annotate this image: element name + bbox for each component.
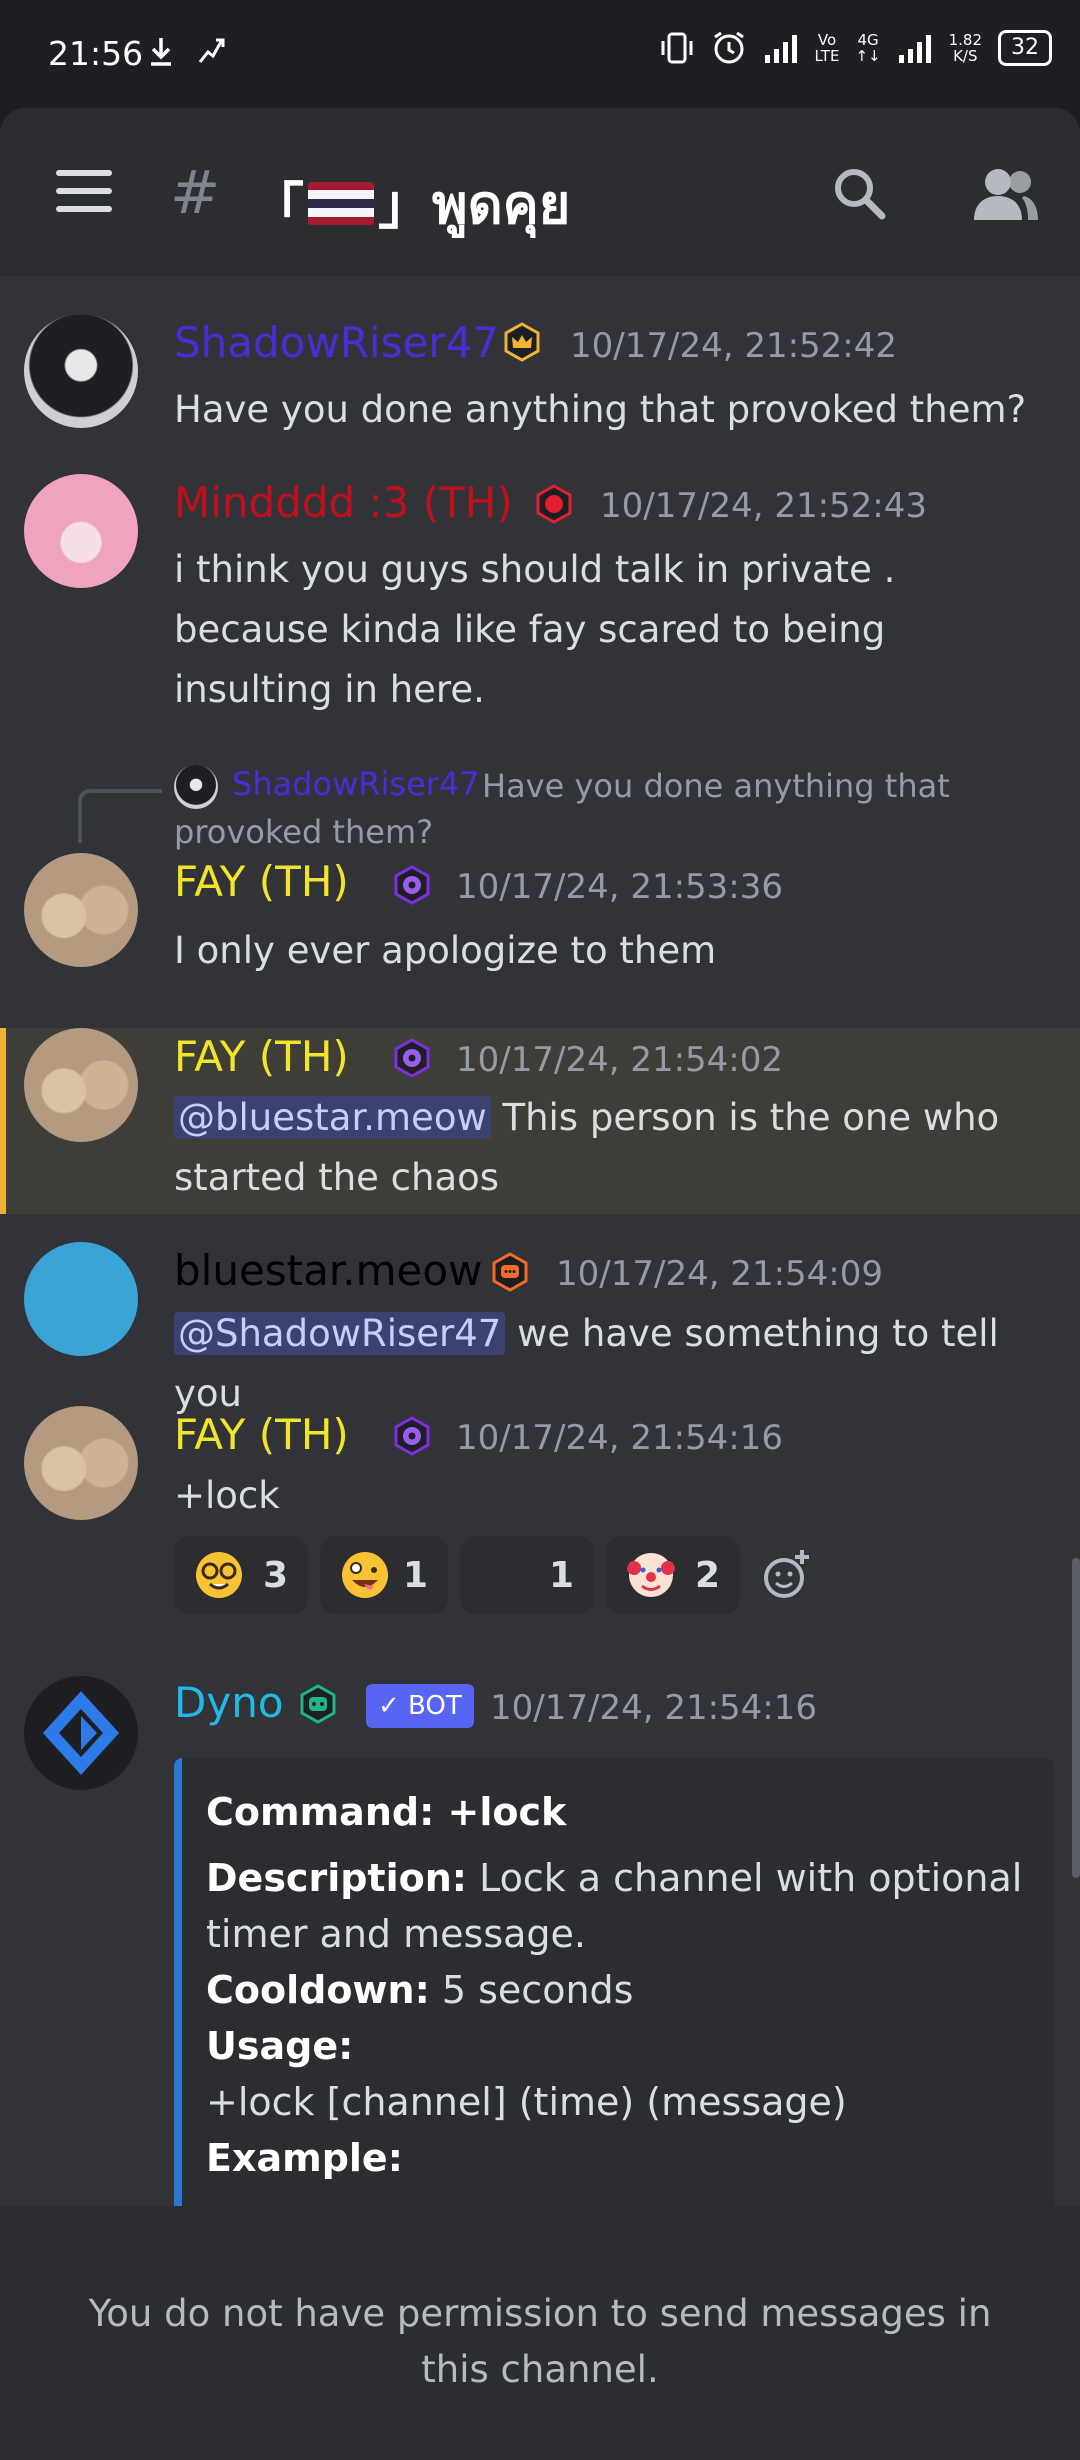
scrollbar[interactable] <box>1072 1558 1080 1878</box>
avatar[interactable] <box>24 1676 138 1790</box>
signal-icon-2 <box>898 35 931 63</box>
download-icon <box>151 38 171 66</box>
user-mention[interactable]: @bluestar.meow <box>174 1096 491 1139</box>
reaction-count: 1 <box>548 1554 574 1596</box>
alarm-icon <box>713 31 744 64</box>
channel-header: # 「 」พูดคุย <box>0 108 1080 276</box>
reply-connector <box>78 789 162 843</box>
chat-app: # 「 」พูดคุย ShadowRiser47 10/17/24, 21:5… <box>0 108 1080 2460</box>
embed-example-label: Example: <box>206 2136 403 2180</box>
message-item[interactable]: FAY (TH) 10/17/24, 21:54:02 @bluestar.me… <box>0 1028 1080 1214</box>
embed-description: Description: Lock a channel with optiona… <box>206 1856 1023 1956</box>
status-bar: 21:56 Vo LTE 4G ↑↓ 1.82 K/S 32 <box>0 0 1080 108</box>
status-time: 21:56 <box>48 34 144 73</box>
dyno-logo-icon <box>42 1691 120 1775</box>
author-name[interactable]: FAY (TH) <box>174 857 349 906</box>
gear-badge-icon <box>394 1416 430 1456</box>
message-item[interactable]: bluestar.meow 10/17/24, 21:54:09 @Shadow… <box>0 1236 1080 1415</box>
gear-badge-icon <box>394 1038 430 1078</box>
message-item[interactable]: ShadowRiser47 10/17/24, 21:52:42 Have yo… <box>0 276 1080 446</box>
author-name[interactable]: Mindddd :3 (TH) <box>174 478 513 527</box>
channel-hash-icon: # <box>170 158 221 228</box>
embed-command: Command: +lock <box>206 1790 567 1834</box>
message-timestamp: 10/17/24, 21:54:16 <box>456 1418 784 1458</box>
reaction-blank[interactable]: 1 <box>460 1536 594 1614</box>
message-timestamp: 10/17/24, 21:54:09 <box>556 1254 884 1294</box>
author-name[interactable]: FAY (TH) <box>174 1032 349 1081</box>
zany-face-icon <box>342 1552 388 1598</box>
reply-avatar <box>174 765 218 809</box>
user-mention[interactable]: @ShadowRiser47 <box>174 1312 506 1355</box>
avatar[interactable] <box>24 1406 138 1520</box>
lte-label: 4G ↑↓ <box>855 31 881 65</box>
avatar[interactable] <box>24 1242 138 1356</box>
search-icon[interactable] <box>832 166 888 222</box>
volte-label: Vo LTE <box>814 31 840 65</box>
message-item[interactable]: Mindddd :3 (TH) 10/17/24, 21:52:43 i thi… <box>0 446 1080 736</box>
message-timestamp: 10/17/24, 21:53:36 <box>456 867 784 907</box>
message-item[interactable]: Dyno ✓ BOT 10/17/24, 21:54:16 Command: +… <box>0 1656 1080 2228</box>
message-text: I only ever apologize to them <box>174 929 717 972</box>
add-reaction-icon[interactable] <box>752 1536 822 1614</box>
message-timestamp: 10/17/24, 21:52:43 <box>600 486 928 526</box>
nerd-face-icon <box>196 1552 242 1598</box>
avatar[interactable] <box>24 853 138 967</box>
crown-badge-icon <box>504 322 540 362</box>
message-text: Have you done anything that provoked the… <box>174 388 1027 431</box>
bot-badge: ✓ BOT <box>366 1684 474 1728</box>
avatar[interactable] <box>24 1028 138 1142</box>
message-text: @bluestar.meow This person is the one wh… <box>174 1096 1000 1199</box>
clown-face-icon <box>627 1553 675 1597</box>
author-name[interactable]: ShadowRiser47 <box>174 318 499 367</box>
menu-icon[interactable] <box>56 170 112 214</box>
reply-text-line2[interactable]: provoked them? <box>174 813 433 851</box>
message-list[interactable]: ShadowRiser47 10/17/24, 21:52:42 Have yo… <box>0 276 1080 2228</box>
message-item[interactable]: FAY (TH) 10/17/24, 21:54:16 +lock 3 1 1 <box>0 1406 1080 1656</box>
reaction-bar: 3 1 1 2 <box>174 1536 822 1614</box>
reaction-count: 2 <box>694 1554 720 1596</box>
reaction-nerd-face[interactable]: 3 <box>174 1536 308 1614</box>
reaction-zany-face[interactable]: 1 <box>320 1536 448 1614</box>
reply-text-line1[interactable]: Have you done anything that <box>482 767 950 805</box>
embed-usage-label: Usage: <box>206 2024 354 2068</box>
reaction-clown-face[interactable]: 2 <box>606 1536 740 1614</box>
vibrate-icon <box>661 32 693 64</box>
message-input-area: You do not have permission to send messa… <box>0 2206 1080 2460</box>
thai-flag-icon <box>308 181 374 226</box>
gear-badge-icon <box>394 865 430 905</box>
red-badge-icon <box>536 484 572 524</box>
message-timestamp: 10/17/24, 21:52:42 <box>570 326 898 366</box>
author-name[interactable]: FAY (TH) <box>174 1410 349 1459</box>
message-text: i think you guys should talk in private … <box>174 548 896 711</box>
embed-cooldown: Cooldown: 5 seconds <box>206 1968 634 2012</box>
avatar[interactable] <box>24 474 138 588</box>
reaction-count: 1 <box>402 1554 428 1596</box>
embed-usage-value: +lock [channel] (time) (message) <box>206 2080 847 2124</box>
author-name[interactable]: Dyno <box>174 1678 284 1727</box>
activity-icon <box>198 38 225 63</box>
reaction-count: 3 <box>262 1554 288 1596</box>
message-timestamp: 10/17/24, 21:54:02 <box>456 1040 784 1080</box>
members-icon[interactable] <box>972 166 1040 222</box>
command-embed: Command: +lock Description: Lock a chann… <box>174 1758 1054 2228</box>
signal-icon <box>764 35 797 63</box>
status-right-icons: Vo LTE 4G ↑↓ 1.82 K/S 32 <box>659 30 1052 66</box>
status-left-icons <box>148 36 226 66</box>
no-permission-notice: You do not have permission to send messa… <box>88 2292 992 2391</box>
message-timestamp: 10/17/24, 21:54:16 <box>490 1688 818 1728</box>
author-name[interactable]: bluestar.meow <box>174 1246 482 1295</box>
battery-indicator: 32 <box>998 30 1052 66</box>
robot-badge-icon <box>300 1684 336 1724</box>
channel-title: 「 」พูดคุย <box>250 173 571 240</box>
message-text: +lock <box>174 1474 280 1517</box>
avatar[interactable] <box>24 314 138 428</box>
reply-author[interactable]: ShadowRiser47 <box>232 765 480 803</box>
network-speed: 1.82 K/S <box>948 31 982 65</box>
chat-badge-icon <box>492 1252 528 1292</box>
